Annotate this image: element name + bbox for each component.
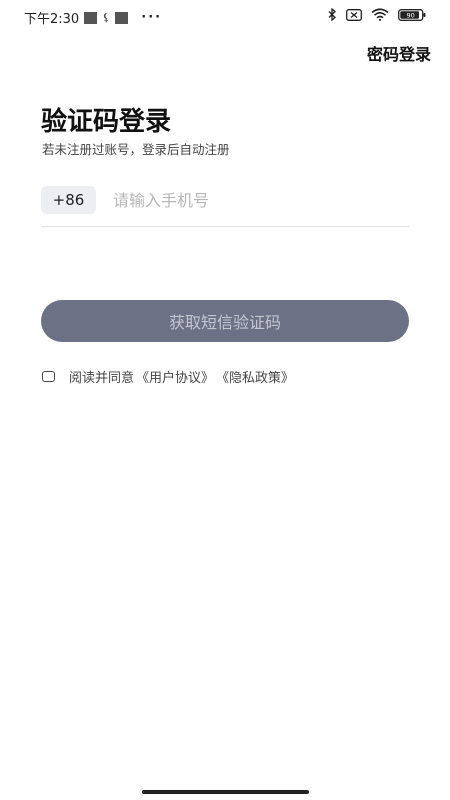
image-icon xyxy=(84,11,98,24)
no-sim-icon xyxy=(346,8,362,21)
user-agreement-link[interactable]: 《用户协议》 xyxy=(136,367,214,386)
status-right: 90 xyxy=(328,8,426,21)
country-code-selector[interactable]: +86 xyxy=(41,186,96,214)
more-dots-icon: ··· xyxy=(141,10,163,25)
agree-text: 阅读并同意 xyxy=(69,371,135,386)
status-left: 下午2:30 ⚸ ··· xyxy=(24,8,162,27)
home-indicator[interactable] xyxy=(142,790,309,794)
usb-icon: ⚸ xyxy=(102,11,111,24)
agreement-row: 阅读并同意 《用户协议》 《隐私政策》 xyxy=(42,367,294,386)
bluetooth-icon xyxy=(328,8,337,21)
status-time: 下午2:30 xyxy=(24,12,80,27)
privacy-policy-link[interactable]: 《隐私政策》 xyxy=(216,367,294,386)
page-title: 验证码登录 xyxy=(41,107,172,137)
battery-level-text: 90 xyxy=(407,11,415,19)
status-bar: 下午2:30 ⚸ ··· 90 xyxy=(0,0,450,34)
agree-checkbox[interactable] xyxy=(42,371,55,382)
page-subtitle: 若未注册过账号，登录后自动注册 xyxy=(42,142,230,157)
wifi-icon xyxy=(371,8,389,21)
phone-input[interactable] xyxy=(113,186,393,214)
get-sms-code-button[interactable]: 获取短信验证码 xyxy=(41,300,409,342)
image-icon xyxy=(115,11,129,24)
battery-icon: 90 xyxy=(398,8,426,21)
phone-row: +86 xyxy=(41,186,409,227)
password-login-link[interactable]: 密码登录 xyxy=(367,41,431,65)
